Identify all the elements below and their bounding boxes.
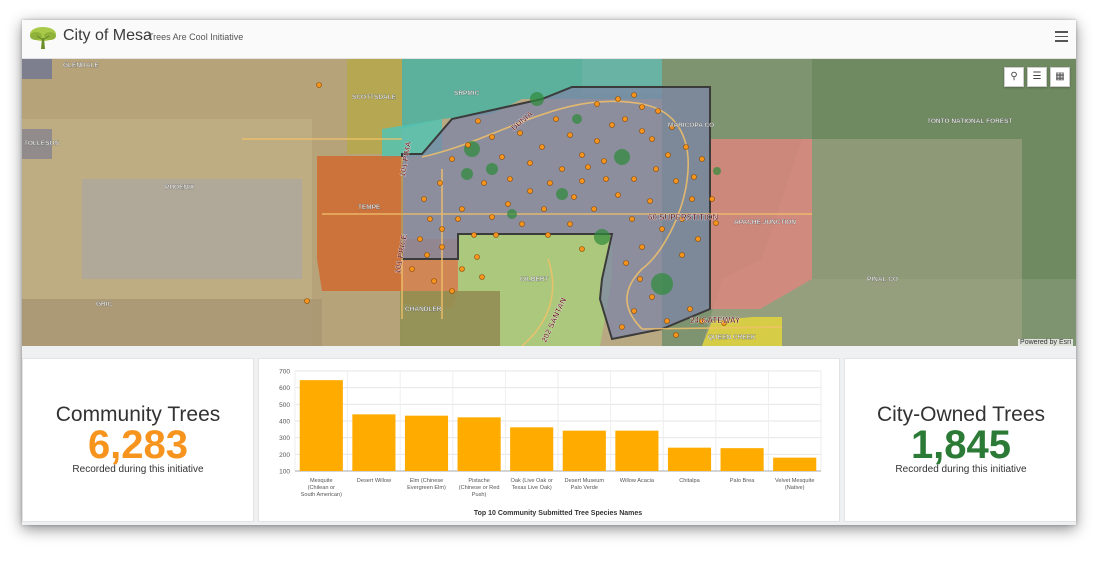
basemap-gallery-icon[interactable]: ▦ <box>1050 67 1070 87</box>
x-tick-label: Push) <box>472 492 487 498</box>
x-tick-label: (Chilean or <box>308 485 335 491</box>
app-title: City of Mesa <box>63 27 152 44</box>
y-tick-label: 500 <box>279 402 290 409</box>
y-tick-label: 400 <box>279 419 290 426</box>
map-label-scottsdale: SCOTTSDALE <box>352 94 397 101</box>
chart-bar[interactable] <box>352 414 396 471</box>
chart-bar[interactable] <box>562 430 606 471</box>
x-tick-label: Pistache <box>468 478 489 484</box>
x-tick-label: Palo Verde <box>571 485 598 491</box>
chart-bar[interactable] <box>404 415 449 471</box>
dashboard-frame: City of Mesa Trees Are Cool Initiative G… <box>22 20 1076 525</box>
chart-bar[interactable] <box>615 430 659 471</box>
chart-title: Top 10 Community Submitted Tree Species … <box>474 510 642 517</box>
y-tick-label: 700 <box>279 369 290 376</box>
app-header: City of Mesa Trees Are Cool Initiative <box>22 20 1076 59</box>
map-label-tolleson: TOLLESON <box>24 140 60 147</box>
map-label-glendale: GLENDALE <box>63 62 99 69</box>
map-label-hwy-gateway: 24 GATEWAY <box>690 316 741 325</box>
species-chart-panel: 100 200 300 400 500 600 700 Mesquite (Chilean or… <box>258 358 840 522</box>
chart-bar[interactable] <box>667 447 712 471</box>
search-icon[interactable]: ⚲ <box>1004 67 1024 87</box>
map-label-maricopa: MARICOPA CO <box>668 122 714 129</box>
map-toolbar: ⚲ ☰ ▦ <box>1004 67 1070 87</box>
x-tick-label: Velvet Mesquite <box>775 478 815 484</box>
map-label-queen-creek: QUEEN CREEK <box>708 334 756 341</box>
chart-bar[interactable] <box>510 427 554 471</box>
hamburger-menu-icon[interactable] <box>1055 31 1068 43</box>
x-tick-label: Palo Brea <box>730 478 755 484</box>
map-label-gric: GRIC <box>96 301 113 308</box>
x-tick-label: Willow Acacia <box>620 478 655 484</box>
map-label-hwy-superstition: 60 SUPERSTITION <box>648 213 718 222</box>
y-tick-label: 600 <box>279 385 290 392</box>
tree-logo-icon <box>30 27 56 49</box>
chart-bar[interactable] <box>457 417 501 471</box>
map-label-gilbert: GILBERT <box>520 276 549 283</box>
x-tick-label: (Native) <box>785 485 805 491</box>
x-tick-label: Elm (Chinese <box>410 478 444 484</box>
y-tick-label: 200 <box>279 452 290 459</box>
x-tick-label: South American) <box>301 492 342 498</box>
map-attribution[interactable]: Powered by Esri <box>1018 339 1073 346</box>
map-canvas[interactable]: GLENDALE SCOTTSDALE SRPMIC TOLLESON PHOE… <box>22 59 1076 346</box>
x-tick-label: Chitalpa <box>679 478 700 484</box>
city-trees-panel: City-Owned Trees 1,845 Recorded during t… <box>844 358 1076 522</box>
map-label-srpmic: SRPMIC <box>454 90 480 97</box>
map-label-tonto: TONTO NATIONAL FOREST <box>927 118 1012 125</box>
tree-map[interactable]: GLENDALE SCOTTSDALE SRPMIC TOLLESON PHOE… <box>22 59 1076 346</box>
x-tick-label: Mesquite <box>310 478 333 484</box>
community-trees-value: 6,283 <box>87 423 189 467</box>
map-label-pinal-co: PINAL CO <box>867 276 898 283</box>
map-label-phoenix: PHOENIX <box>165 184 195 191</box>
chart-bar[interactable] <box>773 457 817 471</box>
city-trees-value: 1,845 <box>910 423 1012 467</box>
y-tick-label: 100 <box>279 469 290 476</box>
layers-icon[interactable]: ☰ <box>1027 67 1047 87</box>
x-tick-label: Oak (Live Oak or <box>511 478 553 484</box>
x-tick-label: Texas Live Oak) <box>512 485 552 491</box>
x-tick-label: (Chinese or Red <box>459 485 500 491</box>
map-label-tempe: TEMPE <box>358 204 381 211</box>
species-bar-chart[interactable]: 100 200 300 400 500 600 700 Mesquite(Chilean or… <box>259 359 839 521</box>
chart-bar[interactable] <box>720 448 764 471</box>
community-trees-panel: Community Trees 6,283 Recorded during th… <box>22 358 254 522</box>
map-label-chandler: CHANDLER <box>405 306 442 313</box>
chart-bar[interactable] <box>299 380 343 471</box>
community-trees-caption: Recorded during this initiative <box>72 464 204 475</box>
x-tick-label: Desert Museum <box>565 478 605 484</box>
x-tick-label: Evergreen Elm) <box>407 485 446 491</box>
city-trees-caption: Recorded during this initiative <box>895 464 1027 475</box>
map-label-apache-junction: APACHE JUNCTION <box>734 219 796 226</box>
y-tick-label: 300 <box>279 435 290 442</box>
app-subtitle: Trees Are Cool Initiative <box>148 32 244 42</box>
x-tick-label: Desert Willow <box>357 478 392 484</box>
